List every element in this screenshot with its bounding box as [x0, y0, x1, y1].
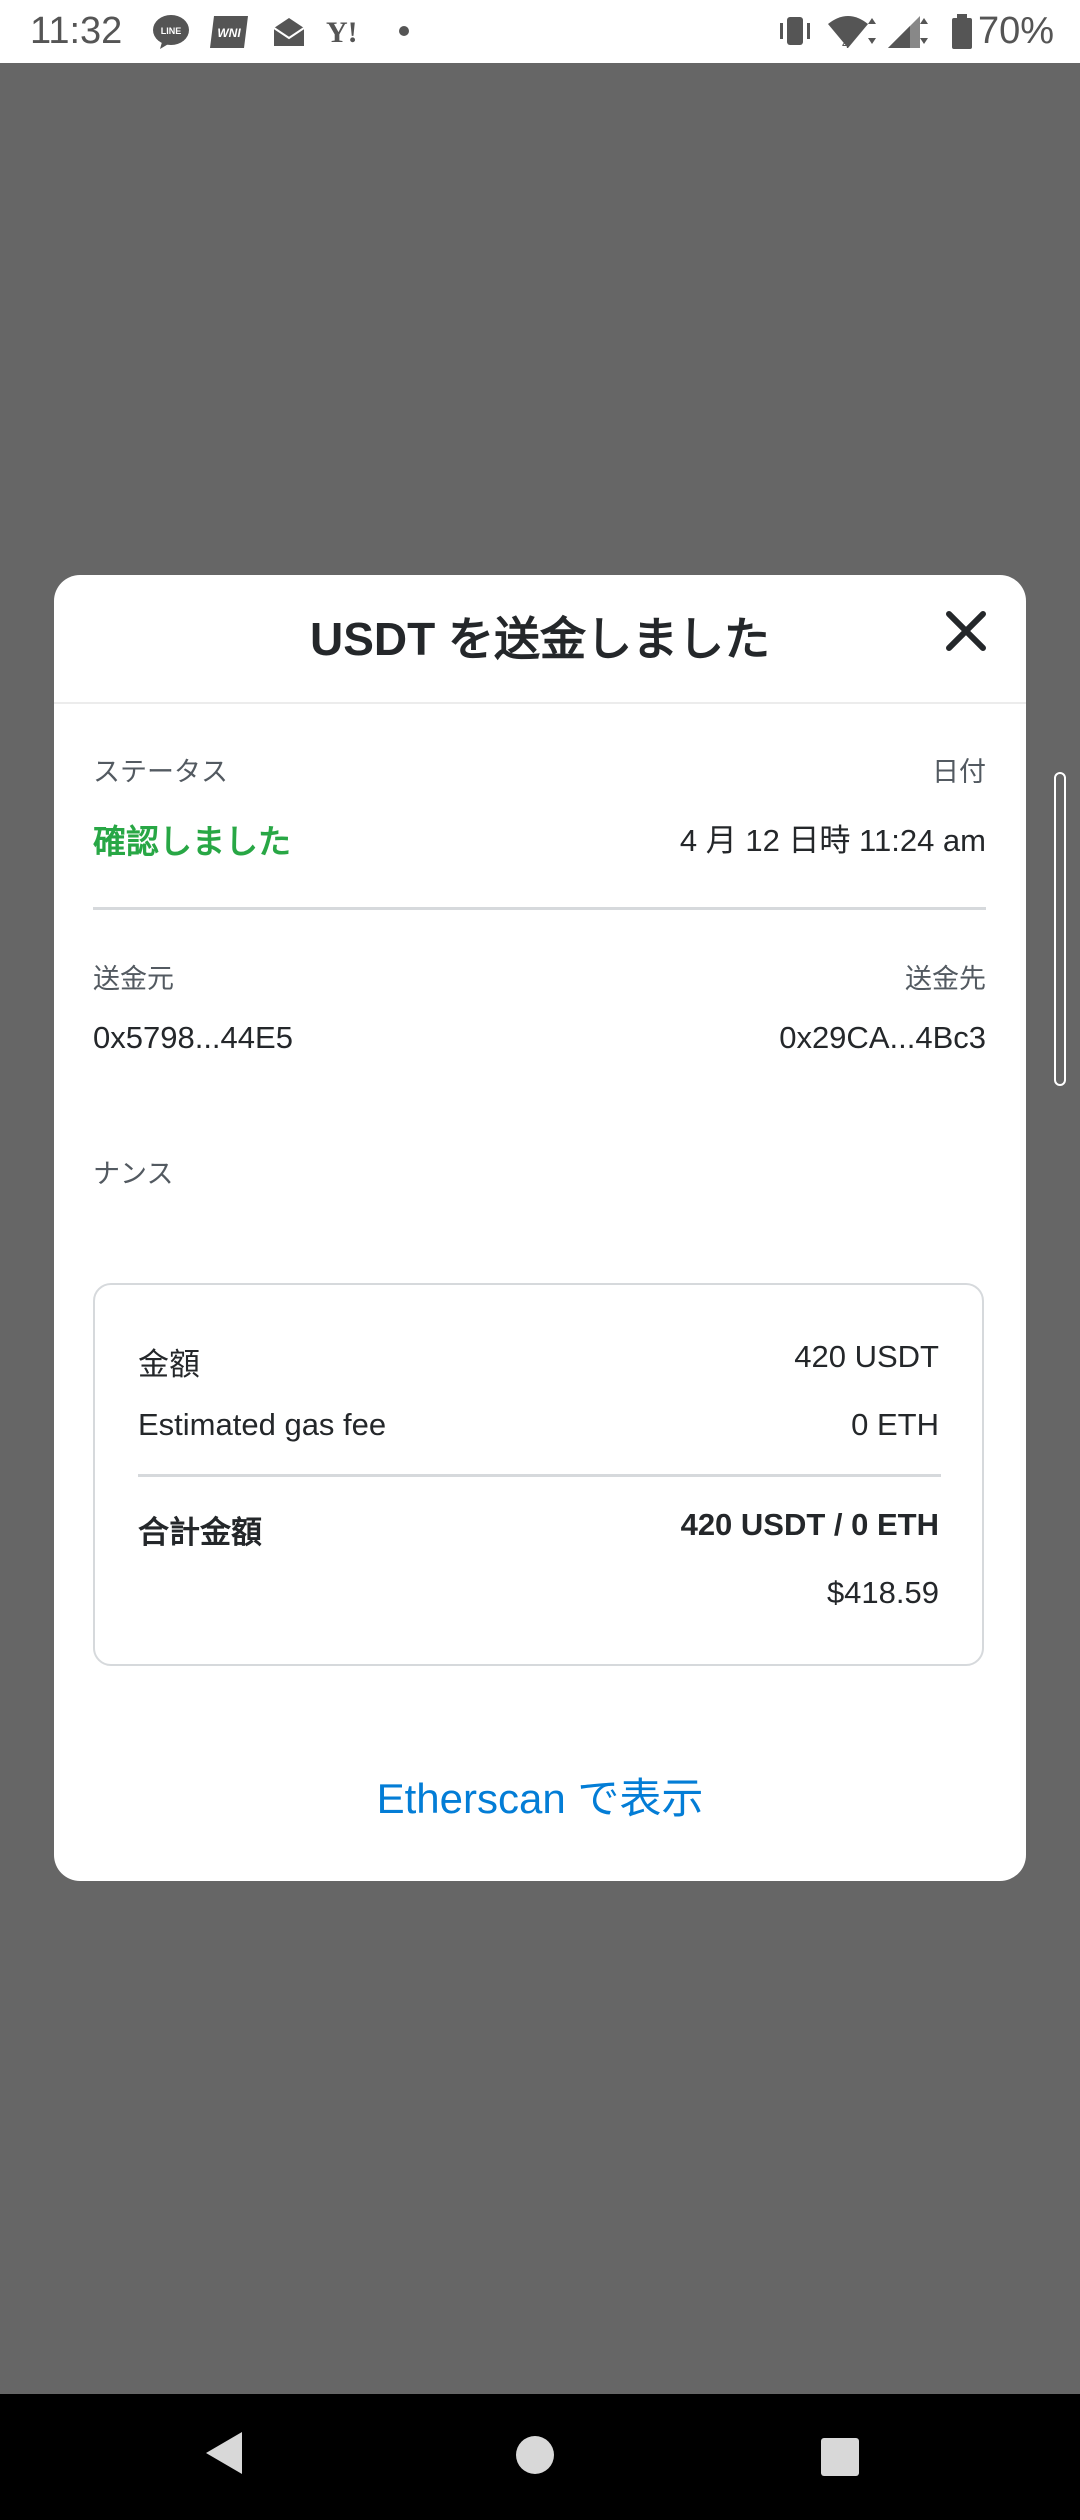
modal-title: USDT を送金しました [310, 613, 770, 665]
section-divider [93, 907, 986, 910]
transaction-summary-box: 金額 420 USDT Estimated gas fee 0 ETH 合計金額… [93, 1283, 984, 1666]
navigation-bar [0, 2394, 1080, 2520]
battery-icon [950, 14, 974, 55]
recents-button[interactable] [820, 2437, 860, 2482]
gas-fee-label: Estimated gas fee [138, 1407, 387, 1442]
wifi-icon: 4 [826, 14, 878, 55]
header-divider [54, 702, 1026, 704]
from-address[interactable]: 0x5798...44E5 [93, 1020, 293, 1056]
vibrate-icon [775, 14, 815, 53]
total-value: 420 USDT / 0 ETH [680, 1507, 939, 1542]
back-button[interactable] [204, 2430, 244, 2481]
transaction-details-modal: USDT を送金しました ステータス 日付 確認しました 4 月 12 日時 1… [54, 575, 1026, 1881]
svg-text:4: 4 [842, 35, 850, 50]
svg-text:Y!: Y! [326, 16, 358, 48]
to-label: 送金先 [905, 964, 986, 994]
close-button[interactable] [944, 609, 988, 653]
mail-icon [272, 14, 306, 53]
svg-text:WNI: WNI [217, 26, 241, 40]
to-address[interactable]: 0x29CA...4Bc3 [779, 1020, 986, 1056]
signal-icon [886, 14, 930, 55]
summary-divider [138, 1474, 941, 1477]
amount-label: 金額 [138, 1347, 200, 1382]
total-fiat-value: $418.59 [826, 1575, 939, 1610]
date-value: 4 月 12 日時 11:24 am [679, 823, 986, 858]
dot-icon [398, 24, 410, 42]
date-label: 日付 [932, 757, 986, 787]
status-value: 確認しました [93, 823, 291, 860]
home-icon [516, 2436, 554, 2474]
status-time: 11:32 [30, 10, 123, 52]
svg-text:LINE: LINE [161, 26, 182, 36]
nonce-label: ナンス [93, 1159, 174, 1189]
home-button[interactable] [515, 2435, 555, 2480]
scrollbar[interactable] [1054, 772, 1066, 1086]
wni-icon: WNI [210, 14, 250, 55]
back-icon [206, 2432, 242, 2474]
status-label: ステータス [93, 757, 228, 787]
from-label: 送金元 [93, 964, 174, 994]
view-on-etherscan-link[interactable]: Etherscan で表示 [54, 1765, 1026, 1826]
amount-value: 420 USDT [794, 1339, 939, 1374]
yahoo-icon: Y! [326, 14, 366, 53]
line-icon: LINE [152, 14, 190, 55]
total-label: 合計金額 [138, 1515, 262, 1550]
battery-percent: 70% [977, 10, 1054, 52]
status-bar: 11:32 LINE WNI Y! 4 70% [0, 0, 1080, 63]
close-icon [946, 611, 986, 651]
gas-fee-value: 0 ETH [851, 1407, 939, 1442]
recents-icon [821, 2438, 859, 2476]
